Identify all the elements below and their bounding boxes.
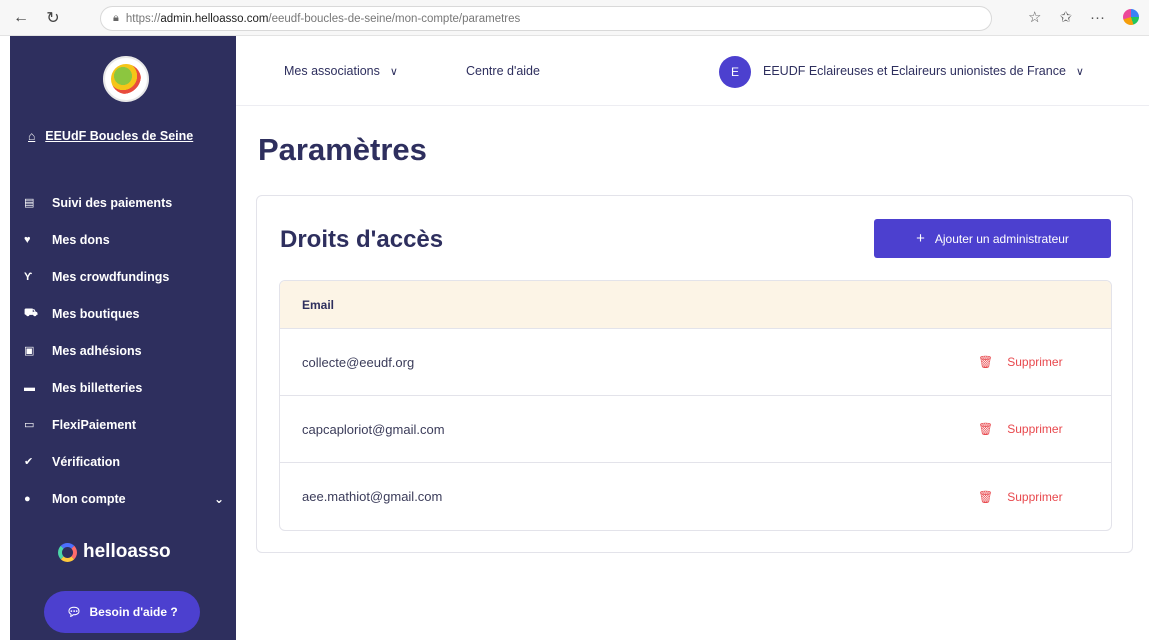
chevron-down-icon: ∨ (1075, 65, 1084, 78)
access-rights-card: Droits d'accès + Ajouter un administrate… (256, 195, 1133, 553)
sidebar-item-label: Vérification (52, 454, 121, 469)
table-header: Email (280, 281, 1111, 329)
column-header-email: Email (302, 297, 335, 312)
chat-icon: 💬︎ (66, 605, 82, 619)
sidebar-item-label: Suivi des paiements (52, 195, 173, 210)
sidebar-item-flexipaiement[interactable]: ▭ FlexiPaiement (24, 406, 224, 443)
row-email: capcaploriot@gmail.com (302, 421, 445, 437)
delete-button[interactable]: 🗑︎ Supprimer (978, 422, 1063, 436)
heart-icon: ♥ (24, 233, 31, 246)
helloasso-logo[interactable]: helloasso (58, 541, 171, 563)
card-icon: ▣ (24, 345, 35, 357)
avatar[interactable]: E (719, 56, 751, 88)
brand-name: helloasso (83, 541, 171, 562)
back-icon[interactable]: ← (10, 7, 32, 29)
add-admin-button[interactable]: + Ajouter un administrateur (874, 219, 1111, 258)
url-path: /eeudf-boucles-de-seine/mon-compte/param… (268, 12, 521, 25)
sidebar-item-boutiques[interactable]: ⛟ Mes boutiques (24, 295, 224, 332)
sidebar-item-label: Mes billetteries (52, 380, 143, 395)
sidebar-item-dons[interactable]: ♥ Mes dons (24, 221, 224, 258)
chevron-down-icon: ⌄ (213, 491, 224, 506)
sidebar-item-label: Mes boutiques (52, 306, 140, 321)
address-bar[interactable]: 🔒︎ https:// admin.helloasso.com /eeudf-b… (100, 6, 992, 31)
account-name: EEUDF Eclaireuses et Eclaireurs unionist… (763, 64, 1066, 78)
table-row: capcaploriot@gmail.com 🗑︎ Supprimer (280, 396, 1111, 463)
delete-button[interactable]: 🗑︎ Supprimer (978, 355, 1063, 369)
lock-icon: 🔒︎ (113, 12, 119, 24)
row-email: aee.mathiot@gmail.com (302, 489, 443, 504)
trash-icon: 🗑︎ (978, 489, 994, 504)
org-name-link[interactable]: ⌂ EEUdF Boucles de Seine (28, 129, 193, 143)
sidebar-item-label: Mes crowdfundings (52, 269, 170, 284)
url-host: admin.helloasso.com (160, 12, 269, 25)
delete-label: Supprimer (1007, 422, 1063, 436)
browser-toolbar: ← ↻ 🔒︎ https:// admin.helloasso.com /eeu… (0, 0, 1149, 36)
delete-label: Supprimer (1007, 489, 1063, 504)
sprout-icon: Ƴ (24, 270, 33, 283)
associations-dropdown[interactable]: Mes associations ∨ (284, 64, 398, 78)
top-navigation: Mes associations ∨ Centre d'aide E EEUDF… (236, 36, 1149, 106)
account-dropdown[interactable]: EEUDF Eclaireuses et Eclaireurs unionist… (763, 64, 1084, 78)
sidebar-item-crowdfundings[interactable]: Ƴ Mes crowdfundings (24, 258, 224, 295)
sidebar-item-label: FlexiPaiement (52, 417, 137, 432)
more-icon[interactable]: ··· (1090, 9, 1105, 26)
org-logo-image (111, 64, 141, 94)
check-icon: ✔ (24, 456, 34, 468)
ticket-icon: ▬ (24, 381, 35, 394)
add-admin-label: Ajouter un administrateur (934, 231, 1069, 246)
help-center-link[interactable]: Centre d'aide (466, 64, 540, 78)
sidebar-item-label: Mon compte (52, 491, 126, 506)
table-row: aee.mathiot@gmail.com 🗑︎ Supprimer (280, 463, 1111, 530)
admins-table: Email collecte@eeudf.org 🗑︎ Supprimer ca… (279, 280, 1112, 531)
cart-icon: ⛟ (24, 306, 38, 319)
delete-label: Supprimer (1007, 355, 1063, 369)
sidebar-item-label: Mes dons (52, 232, 110, 247)
sidebar-item-suivi-paiements[interactable]: ▤ Suivi des paiements (24, 184, 224, 221)
sidebar-item-verification[interactable]: ✔ Vérification (24, 443, 224, 480)
help-button-label: Besoin d'aide ? (89, 605, 178, 619)
sidebar-item-mon-compte[interactable]: ● Mon compte ⌄ (24, 480, 224, 517)
url-prefix: https:// (125, 12, 161, 25)
sidebar-menu: ▤ Suivi des paiements ♥ Mes dons Ƴ Mes c… (24, 184, 224, 517)
help-center-label: Centre d'aide (466, 64, 540, 78)
chevron-down-icon: ∨ (389, 65, 398, 78)
section-title: Droits d'accès (280, 226, 444, 253)
trash-icon: 🗑︎ (978, 355, 994, 369)
row-email: collecte@eeudf.org (302, 354, 415, 370)
copilot-icon[interactable] (1123, 9, 1139, 25)
plus-icon: + (916, 230, 925, 247)
helloasso-ring-icon (58, 542, 77, 562)
sidebar-item-adhesions[interactable]: ▣ Mes adhésions (24, 332, 224, 369)
associations-label: Mes associations (284, 64, 380, 78)
star-icon[interactable]: ☆ (1028, 8, 1041, 26)
trash-icon: 🗑︎ (978, 422, 994, 436)
wallet-icon: ▭ (24, 419, 35, 431)
delete-button[interactable]: 🗑︎ Supprimer (978, 490, 1063, 504)
help-button[interactable]: 💬︎ Besoin d'aide ? (44, 591, 200, 633)
page-title: Paramètres (258, 132, 427, 167)
sidebar-item-label: Mes adhésions (52, 343, 142, 358)
reload-icon[interactable]: ↻ (42, 7, 64, 29)
sidebar: ⌂ EEUdF Boucles de Seine ▤ Suivi des pai… (10, 36, 236, 640)
chart-icon: ▤ (24, 197, 35, 209)
org-name: EEUdF Boucles de Seine (45, 129, 194, 143)
sidebar-item-billetteries[interactable]: ▬ Mes billetteries (24, 369, 224, 406)
home-icon: ⌂ (28, 129, 36, 143)
table-row: collecte@eeudf.org 🗑︎ Supprimer (280, 329, 1111, 396)
org-logo[interactable] (103, 56, 149, 102)
user-icon: ● (24, 492, 31, 505)
favorites-icon[interactable]: ✩ (1059, 8, 1072, 26)
